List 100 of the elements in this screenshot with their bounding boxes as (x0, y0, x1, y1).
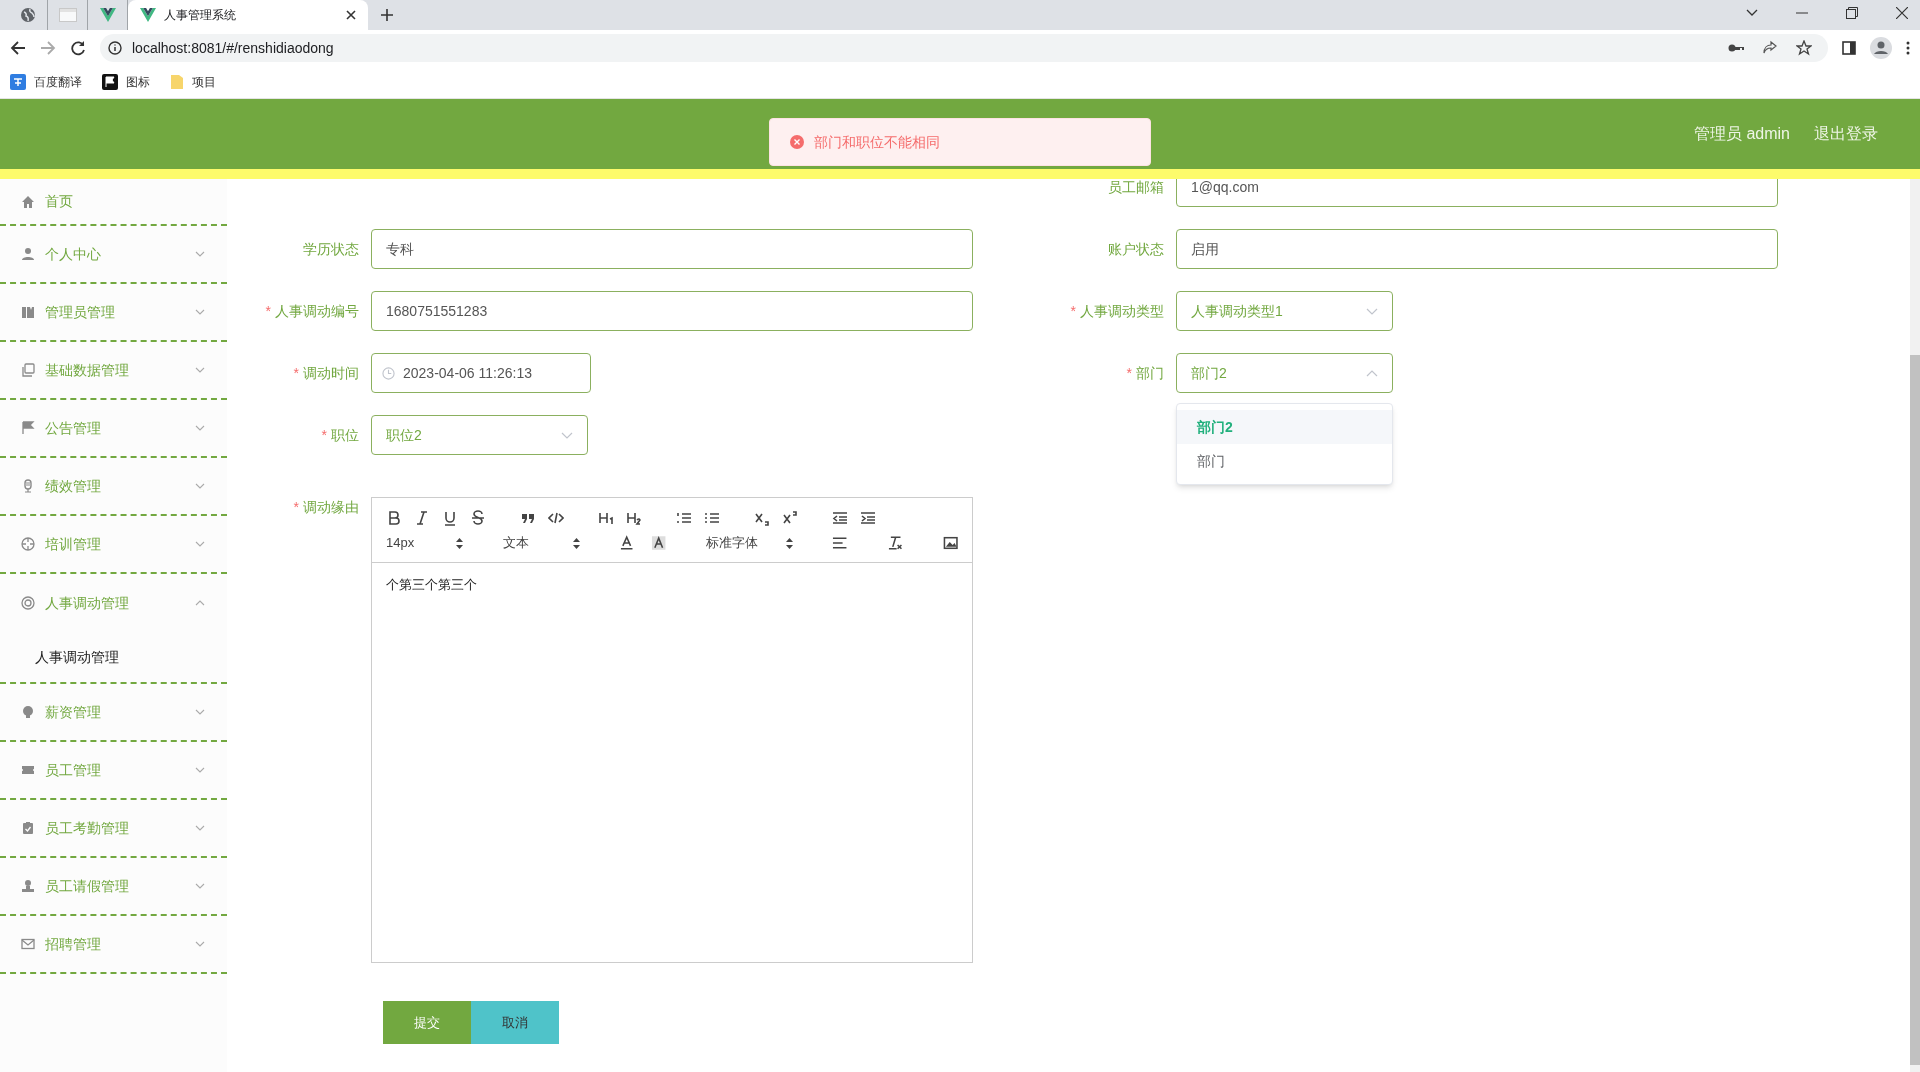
dropdown-option[interactable]: 部门2 (1177, 410, 1392, 444)
caret-icon (195, 825, 205, 831)
caret-icon (195, 941, 205, 947)
user-icon (21, 247, 35, 261)
align-icon[interactable] (832, 535, 848, 551)
bullet-list-icon[interactable] (704, 510, 720, 526)
logout-link[interactable]: 退出登录 (1814, 122, 1878, 146)
italic-icon[interactable] (414, 510, 430, 526)
sidebar-item[interactable]: 首页 (0, 179, 227, 226)
sidebar-item[interactable]: 员工管理 (0, 742, 227, 800)
sidebar-item[interactable]: 招聘管理 (0, 916, 227, 974)
close-icon[interactable] (1896, 7, 1908, 19)
text-field[interactable]: 启用 (1176, 229, 1778, 269)
outdent-icon[interactable] (832, 510, 848, 526)
indent-icon[interactable] (860, 510, 876, 526)
field-label: 部门 (1136, 363, 1164, 383)
highlight-icon[interactable] (650, 535, 667, 551)
required-asterisk: * (1070, 301, 1076, 321)
required-asterisk: * (293, 363, 299, 383)
select-field[interactable]: 职位2 (371, 415, 588, 455)
caret-icon (195, 767, 205, 773)
cancel-button[interactable]: 取消 (471, 1001, 559, 1044)
caret-icon (195, 367, 205, 373)
microphone-icon (21, 479, 35, 493)
ordered-list-icon[interactable] (676, 510, 692, 526)
share-icon[interactable] (1762, 40, 1778, 56)
page-icon (58, 8, 77, 22)
sidebar-item[interactable]: 培训管理 (0, 516, 227, 574)
new-tab-icon[interactable] (380, 8, 394, 22)
flag-icon (21, 421, 35, 435)
image-icon[interactable] (942, 535, 958, 551)
bold-icon[interactable] (386, 510, 402, 526)
sidebar-item[interactable]: 公告管理 (0, 400, 227, 458)
rich-text-editor[interactable]: 14px 文本 标准字体 个第三个第三个 (371, 497, 973, 963)
code-icon[interactable] (548, 510, 564, 526)
lifebuoy-icon (21, 596, 35, 610)
reload-icon[interactable] (70, 40, 86, 56)
close-icon[interactable] (346, 10, 356, 20)
text-color-icon[interactable] (619, 535, 635, 551)
dropdown-option[interactable]: 部门 (1177, 444, 1392, 478)
bulb-icon (21, 705, 35, 719)
chevron-icon (561, 431, 573, 439)
select-field[interactable]: 人事调动类型1 (1176, 291, 1393, 331)
underline-icon[interactable] (442, 510, 458, 526)
updown-icon (572, 537, 580, 549)
date-field[interactable]: 2023-04-06 11:26:13 (371, 353, 591, 393)
bookmark[interactable]: 项目 (170, 73, 216, 91)
editor-text: 个第三个第三个 (386, 576, 478, 594)
font-size-picker[interactable]: 14px (386, 533, 464, 553)
text-field[interactable]: 1680751551283 (371, 291, 973, 331)
sidebar-item[interactable]: 人事调动管理 (0, 574, 227, 632)
updown-icon (785, 537, 793, 549)
bookmark[interactable]: 图标 (102, 73, 150, 91)
bookmark[interactable]: 百度翻译 (10, 73, 82, 91)
sidebar-item[interactable]: 绩效管理 (0, 458, 227, 516)
sidebar-item[interactable]: 基础数据管理 (0, 342, 227, 400)
select-field[interactable]: 部门2 (1176, 353, 1393, 393)
sidebar-item[interactable]: 管理员管理 (0, 284, 227, 342)
required-asterisk: * (265, 301, 271, 321)
text-field[interactable]: 1@qq.com (1176, 179, 1778, 207)
side-panel-icon[interactable] (1842, 41, 1856, 55)
envelope-icon (21, 937, 35, 951)
strikethrough-icon[interactable] (470, 510, 486, 526)
admin-user-label: 管理员 admin (1693, 124, 1790, 144)
info-icon[interactable] (108, 41, 122, 55)
sidebar-item[interactable]: 员工请假管理 (0, 858, 227, 916)
back-icon[interactable] (10, 40, 26, 56)
block-format-picker[interactable]: 文本 (502, 533, 580, 553)
chevron-icon (1366, 369, 1378, 377)
field-label: 人事调动编号 (275, 301, 359, 321)
flag-icon (102, 74, 118, 90)
field-label: 员工邮箱 (1108, 179, 1164, 197)
sidebar-item[interactable]: 薪资管理 (0, 684, 227, 742)
folder-icon (170, 74, 184, 90)
profile-icon[interactable] (1870, 37, 1892, 59)
clock-icon (382, 366, 395, 380)
clear-format-icon[interactable] (887, 535, 903, 551)
caret-icon (195, 600, 205, 606)
heading-two-icon[interactable] (626, 510, 642, 526)
text-field[interactable]: 专科 (371, 229, 973, 269)
caret-icon (195, 425, 205, 431)
menu-icon[interactable] (1906, 41, 1910, 55)
star-icon[interactable] (1796, 40, 1812, 56)
scrollbar[interactable] (1910, 179, 1920, 1072)
required-asterisk: * (293, 498, 299, 517)
key-icon[interactable] (1728, 43, 1744, 53)
heading-one-icon[interactable] (598, 510, 614, 526)
font-family-picker[interactable]: 标准字体 (706, 533, 793, 553)
restore-icon[interactable] (1846, 7, 1858, 19)
submit-button[interactable]: 提交 (383, 1001, 471, 1044)
book-icon (21, 305, 35, 319)
address-bar[interactable]: localhost:8081/#/renshidiaodong (100, 34, 1828, 62)
superscript-icon[interactable] (782, 510, 798, 526)
globe-icon (19, 7, 36, 23)
browser-tab[interactable]: 人事管理系统 (128, 0, 368, 30)
sidebar-item[interactable]: 员工考勤管理 (0, 800, 227, 858)
sidebar-item[interactable]: 个人中心 (0, 226, 227, 284)
chevron-down-icon[interactable] (1746, 9, 1758, 17)
submenu-item[interactable]: 人事调动管理 (0, 632, 227, 684)
caret-icon (195, 709, 205, 715)
